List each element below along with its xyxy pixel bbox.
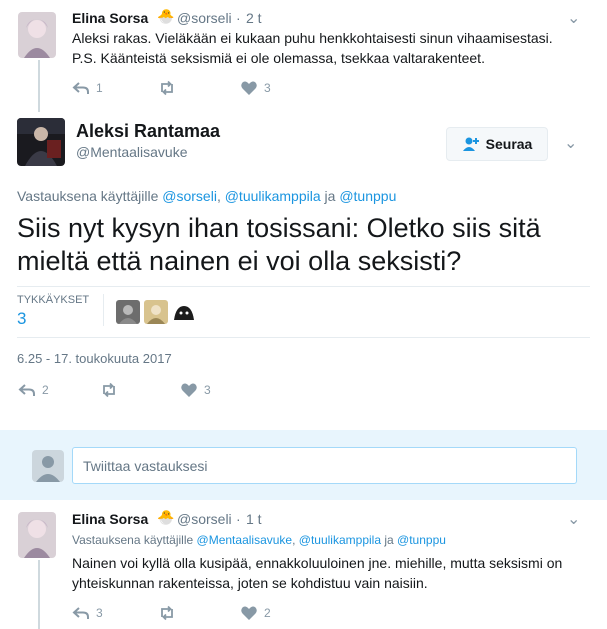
heart-icon <box>181 383 197 397</box>
liker-avatar[interactable] <box>116 300 140 324</box>
chick-emoji: 🐣 <box>157 509 175 525</box>
vertical-divider <box>103 294 104 326</box>
retweet-button[interactable] <box>158 80 240 96</box>
reply-count: 3 <box>96 606 103 620</box>
tweet-actions: 1 3 <box>72 80 271 96</box>
retweet-icon <box>103 382 115 398</box>
tweet-line: Nainen voi kyllä olla kusipää, ennakkolu… <box>72 555 563 571</box>
reply-button[interactable]: 3 <box>72 605 158 621</box>
liker-avatar[interactable] <box>144 300 168 324</box>
tweet-line: Aleksi rakas. Vieläkään ei kukaan puhu h… <box>72 30 553 46</box>
avatar[interactable] <box>17 118 65 166</box>
comma: , <box>216 188 221 204</box>
avatar <box>32 450 64 482</box>
separator-dot: · <box>236 511 241 527</box>
like-count: 3 <box>204 383 211 397</box>
reply-prefix: Vastauksena käyttäjille <box>72 533 194 547</box>
follow-label: Seuraa <box>485 136 533 152</box>
like-button[interactable]: 2 <box>240 605 271 621</box>
reply-button[interactable]: 2 <box>18 382 100 398</box>
liker-avatar[interactable] <box>172 300 196 324</box>
divider <box>17 337 590 338</box>
heart-icon <box>241 81 257 95</box>
separator-dot: · <box>236 10 241 26</box>
chevron-down-icon[interactable]: ⌄ <box>564 133 577 153</box>
chick-emoji: 🐣 <box>157 8 175 24</box>
mention-link[interactable]: @tunppu <box>397 533 446 547</box>
avatar[interactable] <box>18 12 56 58</box>
reply-join: ja <box>384 533 394 547</box>
reply-count: 1 <box>96 81 103 95</box>
like-count: 2 <box>264 606 271 620</box>
reply-button[interactable]: 1 <box>72 80 158 96</box>
retweet-button[interactable] <box>158 605 240 621</box>
reply-prefix: Vastauksena käyttäjille <box>17 188 159 204</box>
tweet-text: Nainen voi kyllä olla kusipää, ennakkolu… <box>72 553 592 593</box>
chevron-down-icon[interactable]: ⌄ <box>567 8 580 28</box>
avatar[interactable] <box>18 512 56 558</box>
reply-count: 2 <box>42 383 49 397</box>
mention-link[interactable]: @tunppu <box>339 188 396 204</box>
heart-icon <box>241 606 257 620</box>
thread-line-top <box>38 60 40 112</box>
tweet-time[interactable]: 1 t <box>246 511 262 527</box>
comma: , <box>292 533 296 547</box>
mention-link[interactable]: @tuulikamppila <box>299 533 381 547</box>
retweet-icon <box>161 80 173 96</box>
author-handle[interactable]: @sorseli <box>177 511 232 527</box>
author-handle[interactable]: @sorseli <box>177 10 232 26</box>
reply-input[interactable]: Twiittaa vastauksesi <box>72 447 577 484</box>
likes-label[interactable]: TYKKÄYKSET <box>17 294 89 306</box>
author-name[interactable]: Elina Sorsa <box>72 10 148 26</box>
like-button[interactable]: 3 <box>240 80 271 96</box>
tweet-line: yhteiskunnan rakenteissa, joten se kohdi… <box>72 575 428 591</box>
tweet-text: Aleksi rakas. Vieläkään ei kukaan puhu h… <box>72 28 592 68</box>
add-user-icon <box>462 137 479 151</box>
tweet-actions: 3 2 <box>72 605 271 621</box>
tweet-timestamp[interactable]: 6.25 - 17. toukokuuta 2017 <box>17 351 172 366</box>
reply-icon <box>72 82 89 94</box>
reply-icon <box>72 607 89 619</box>
tweet-time[interactable]: 2 t <box>246 10 262 26</box>
thread-line-bottom <box>38 560 40 629</box>
like-count: 3 <box>264 81 271 95</box>
mention-link[interactable]: @Mentaalisavuke <box>197 533 293 547</box>
reply-context: Vastauksena käyttäjille @Mentaalisavuke,… <box>72 533 446 547</box>
reply-context: Vastauksena käyttäjille @sorseli, @tuuli… <box>17 188 396 204</box>
tweet-actions: 2 3 <box>18 382 211 398</box>
retweet-button[interactable] <box>100 382 180 398</box>
tweet-line: P.S. Käänteistä seksismiä ei ole olemass… <box>72 50 485 66</box>
author-name[interactable]: Aleksi Rantamaa <box>76 121 220 142</box>
like-button[interactable]: 3 <box>180 382 211 398</box>
chevron-down-icon[interactable]: ⌄ <box>567 509 580 529</box>
likes-count[interactable]: 3 <box>17 309 26 329</box>
main-tweet-text: Siis nyt kysyn ihan tosissani: Oletko si… <box>17 213 541 276</box>
follow-button[interactable]: Seuraa <box>446 127 548 161</box>
reply-icon <box>18 384 35 396</box>
divider <box>17 286 590 287</box>
mention-link[interactable]: @sorseli <box>162 188 217 204</box>
mention-link[interactable]: @tuulikamppila <box>225 188 321 204</box>
reply-join: ja <box>324 188 336 204</box>
author-name[interactable]: Elina Sorsa <box>72 511 148 527</box>
author-handle[interactable]: @Mentaalisavuke <box>76 144 188 160</box>
retweet-icon <box>161 605 173 621</box>
